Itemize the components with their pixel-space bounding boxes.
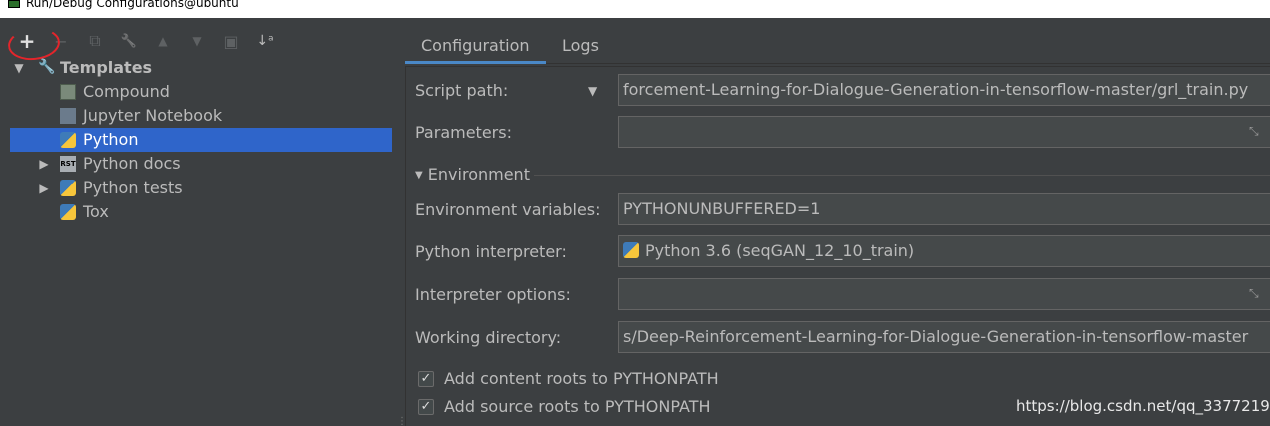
app-icon	[8, 0, 20, 8]
folder-icon: ▣	[223, 31, 239, 51]
rst-icon: RST	[60, 156, 76, 172]
move-up-button[interactable]: ▲	[152, 30, 174, 52]
configuration-tree: ▼ 🔧 Templates Compound Jupyter Notebook …	[10, 58, 394, 426]
move-down-button[interactable]: ▼	[186, 30, 208, 52]
python-icon	[60, 132, 76, 148]
tree-item-label: Templates	[60, 58, 153, 77]
tree-item-python-tests[interactable]: ▶ Python tests	[10, 176, 392, 200]
add-content-roots-label: Add content roots to PYTHONPATH	[444, 369, 719, 388]
tree-item-python[interactable]: Python	[10, 128, 392, 152]
copy-configuration-button[interactable]: ⧉	[84, 30, 106, 52]
interpreter-options-input[interactable]: ⤡	[618, 278, 1270, 310]
env-vars-label: Environment variables:	[415, 200, 601, 219]
expand-field-icon[interactable]: ⤡	[1249, 125, 1263, 137]
script-path-label: Script path:	[415, 81, 509, 100]
jupyter-icon	[60, 108, 76, 124]
script-path-value: forcement-Learning-for-Dialogue-Generati…	[623, 80, 1249, 99]
tab-logs[interactable]: Logs	[562, 28, 599, 64]
env-vars-value: PYTHONUNBUFFERED=1	[623, 199, 821, 218]
tree-item-jupyter-notebook[interactable]: Jupyter Notebook	[10, 104, 392, 128]
expand-right-icon[interactable]: ▶	[37, 152, 51, 176]
wrench-icon: 🔧	[120, 33, 138, 49]
arrow-up-icon: ▲	[158, 34, 168, 48]
interpreter-options-label: Interpreter options:	[415, 285, 571, 304]
tree-item-compound[interactable]: Compound	[10, 80, 392, 104]
tree-item-label: Jupyter Notebook	[83, 106, 223, 125]
working-dir-label: Working directory:	[415, 328, 562, 347]
window-titlebar: Run/Debug Configurations@ubuntu	[0, 0, 1270, 18]
parameters-input[interactable]: ⤡	[618, 116, 1270, 148]
collapse-down-icon: ▼	[415, 170, 423, 181]
environment-section-toggle[interactable]: ▼ Environment	[415, 165, 530, 184]
expand-right-icon[interactable]: ▶	[37, 176, 51, 200]
sort-button[interactable]: ↓ᵃ	[254, 30, 276, 52]
tree-item-templates[interactable]: ▼ 🔧 Templates	[10, 56, 392, 80]
config-tabs: Configuration Logs	[405, 28, 1270, 64]
tree-item-tox[interactable]: Tox	[10, 200, 392, 224]
tree-item-label: Python tests	[83, 178, 183, 197]
configuration-panel: Script path: ▼ forcement-Learning-for-Di…	[405, 66, 1270, 426]
tree-item-label: Python	[83, 130, 139, 149]
script-path-input[interactable]: forcement-Learning-for-Dialogue-Generati…	[618, 74, 1270, 106]
add-source-roots-checkbox[interactable]: ✓	[418, 399, 434, 415]
script-path-type-dropdown[interactable]: ▼	[588, 84, 597, 98]
new-folder-button[interactable]: ▣	[220, 30, 242, 52]
add-content-roots-checkbox[interactable]: ✓	[418, 371, 434, 387]
working-dir-input[interactable]: s/Deep-Reinforcement-Learning-for-Dialog…	[618, 321, 1270, 353]
add-source-roots-label: Add source roots to PYTHONPATH	[444, 397, 711, 416]
tree-item-python-docs[interactable]: ▶ RST Python docs	[10, 152, 392, 176]
section-divider	[534, 175, 1270, 176]
working-dir-value: s/Deep-Reinforcement-Learning-for-Dialog…	[623, 327, 1249, 346]
sort-alpha-icon: ↓ᵃ	[256, 33, 274, 49]
window-title: Run/Debug Configurations@ubuntu	[26, 0, 239, 10]
tox-icon	[60, 204, 76, 220]
panel-splitter[interactable]: ⋮	[395, 18, 407, 426]
environment-section-title: Environment	[427, 165, 530, 184]
edit-defaults-button[interactable]: 🔧	[118, 30, 140, 52]
interpreter-label: Python interpreter:	[415, 242, 567, 261]
arrow-down-icon: ▼	[192, 34, 202, 48]
tree-item-label: Compound	[83, 82, 170, 101]
wrench-icon: 🔧	[38, 59, 56, 75]
tab-configuration[interactable]: Configuration	[405, 28, 546, 64]
copy-icon: ⧉	[89, 31, 101, 50]
expand-field-icon[interactable]: ⤡	[1249, 287, 1263, 299]
env-vars-input[interactable]: PYTHONUNBUFFERED=1	[618, 193, 1270, 225]
python-tests-icon	[60, 180, 76, 196]
watermark-text: https://blog.csdn.net/qq_33772192	[1016, 397, 1270, 415]
interpreter-value: Python 3.6 (seqGAN_12_10_train)	[645, 241, 915, 260]
python-icon	[623, 242, 639, 258]
tree-item-label: Tox	[83, 202, 109, 221]
parameters-label: Parameters:	[415, 123, 512, 142]
tree-item-label: Python docs	[83, 154, 181, 173]
compound-icon	[60, 84, 76, 100]
interpreter-select[interactable]: Python 3.6 (seqGAN_12_10_train)	[618, 235, 1270, 267]
expand-down-icon[interactable]: ▼	[12, 56, 26, 80]
